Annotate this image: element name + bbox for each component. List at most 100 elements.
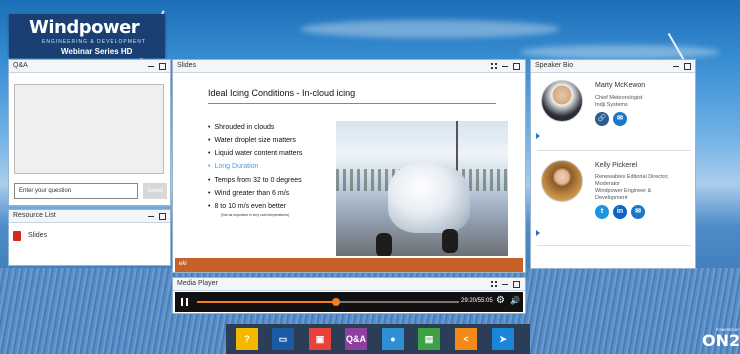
link-icon[interactable]: 🔗 — [595, 112, 609, 126]
slides-panel: Slides Ideal Icing Conditions - In-cloud… — [172, 59, 526, 273]
speaker-title: Renewables Editorial Director, — [595, 174, 669, 180]
email-icon[interactable]: ✉ — [613, 112, 627, 126]
speaker-name: Kelly Pickerel — [595, 162, 638, 169]
volume-icon[interactable]: 🔊 — [510, 296, 520, 305]
email-button[interactable]: ➤ — [492, 328, 514, 350]
resource-item-slides[interactable]: Slides — [28, 232, 47, 239]
slide-bullet: 8 to 10 m/s even better — [208, 203, 286, 210]
slides-panel-title: Slides — [177, 62, 197, 69]
background-cloud — [300, 20, 560, 38]
speaker-divider — [537, 150, 691, 151]
maximize-icon[interactable] — [684, 63, 691, 70]
maximize-icon[interactable] — [513, 63, 520, 70]
playback-time: 29:20/55:05 — [461, 298, 493, 304]
expand-arrow-icon[interactable] — [536, 230, 540, 236]
question-icon: ? — [244, 334, 250, 344]
submit-question-button[interactable]: Submit — [143, 183, 167, 199]
speaker-role: Moderator — [595, 181, 621, 187]
qa-button[interactable]: Q&A — [345, 328, 367, 350]
slide-bullet: Temps from 32 to 0 degrees — [208, 177, 301, 184]
presentation-icon: ▭ — [278, 334, 288, 344]
slide-note: (Not as important in very cold temperatu… — [221, 213, 290, 217]
background-cloud — [520, 45, 720, 59]
fullscreen-icon[interactable] — [491, 63, 497, 69]
slides-button[interactable]: ▭ — [272, 328, 294, 350]
resource-panel-header[interactable]: Resource List — [9, 210, 170, 223]
speaker-name: Marty McKewon — [595, 82, 646, 89]
help-button[interactable]: ? — [236, 328, 258, 350]
minimize-icon[interactable] — [502, 66, 508, 67]
slide-bullet: Water droplet size matters — [208, 137, 295, 144]
media-panel-title: Media Player — [177, 280, 218, 287]
media-controls: 29:20/55:05 ⚙ 🔊 — [175, 292, 523, 312]
slide-divider — [208, 103, 496, 104]
minimize-icon[interactable] — [502, 284, 508, 285]
qa-icon: Q&A — [346, 334, 366, 344]
qa-message-area — [14, 84, 164, 174]
expand-arrow-icon[interactable] — [536, 133, 540, 139]
slide-bullet: Wind greater than 6 m/s — [208, 190, 289, 197]
brand-logo: Windpower ENGINEERING & DEVELOPMENT Webi… — [9, 14, 165, 58]
photo-glove — [376, 233, 392, 256]
slide-content: Ideal Icing Conditions - In-cloud icing … — [175, 74, 523, 258]
maximize-icon[interactable] — [159, 213, 166, 220]
person-icon: ● — [390, 334, 396, 344]
slide-title: Ideal Icing Conditions - In-cloud icing — [208, 88, 356, 98]
resources-button[interactable]: ▤ — [418, 328, 440, 350]
share-button[interactable]: < — [455, 328, 477, 350]
media-player-panel: Media Player 29:20/55:05 ⚙ 🔊 — [172, 277, 526, 314]
speaker-company: Windpower Engineer & — [595, 188, 652, 194]
photo-ice-block — [388, 163, 470, 233]
photo-mast — [456, 121, 458, 176]
maximize-icon[interactable] — [159, 63, 166, 70]
seek-bar[interactable] — [197, 298, 459, 306]
speaker-panel-header[interactable]: Speaker Bio — [531, 60, 695, 73]
minimize-icon[interactable] — [148, 216, 154, 217]
slide-footer: eki — [175, 258, 523, 272]
slide-bullet-highlight: Long Duration — [208, 163, 258, 170]
maximize-icon[interactable] — [513, 281, 520, 288]
linkedin-icon[interactable]: in — [613, 205, 627, 219]
slide-bullet: Shrouded in clouds — [208, 124, 274, 131]
slide-footer-logo: eki — [179, 261, 187, 267]
avatar — [541, 160, 583, 202]
speaker-company: Development — [595, 195, 628, 201]
fullscreen-icon[interactable] — [491, 281, 497, 287]
minimize-icon[interactable] — [148, 66, 154, 67]
pause-icon[interactable] — [181, 298, 188, 306]
pdf-icon — [13, 231, 21, 241]
resource-panel-title: Resource List — [13, 212, 56, 219]
qa-panel: Q&A Enter your question Submit — [8, 59, 171, 206]
icing-photo — [336, 121, 508, 256]
email-icon[interactable]: ✉ — [631, 205, 645, 219]
seek-handle[interactable] — [331, 298, 340, 306]
slides-panel-header[interactable]: Slides — [173, 60, 525, 73]
minimize-icon[interactable] — [673, 66, 679, 67]
slide-bullet: Liquid water content matters — [208, 150, 302, 157]
photo-glove — [442, 229, 458, 253]
qa-panel-header[interactable]: Q&A — [9, 60, 170, 73]
speaker-divider — [537, 245, 691, 246]
brand-subtitle: ENGINEERING & DEVELOPMENT — [42, 39, 146, 45]
document-icon: ▤ — [424, 334, 434, 344]
speaker-button[interactable]: ● — [382, 328, 404, 350]
qa-panel-title: Q&A — [13, 62, 28, 69]
brand-name: Windpower — [29, 17, 140, 38]
brand-series: Webinar Series HD — [61, 47, 133, 56]
media-panel-header[interactable]: Media Player — [173, 278, 525, 291]
on24-logo: ON24 — [702, 331, 740, 350]
avatar — [541, 80, 583, 122]
speaker-bio-panel: Speaker Bio Marty McKewon Chief Meteorol… — [530, 59, 696, 269]
video-button[interactable]: ▣ — [309, 328, 331, 350]
resource-list-panel: Resource List Slides — [8, 209, 171, 266]
speaker-title: Chief Meteorologist — [595, 95, 643, 101]
question-input[interactable]: Enter your question — [14, 183, 138, 199]
widget-dock: ? ▭ ▣ Q&A ● ▤ < ➤ — [226, 324, 530, 354]
share-icon: < — [463, 334, 469, 344]
speaker-company: Indji Systems — [595, 102, 628, 108]
settings-gear-icon[interactable]: ⚙ — [496, 295, 505, 306]
film-icon: ▣ — [315, 334, 325, 344]
send-icon: ➤ — [499, 334, 507, 344]
twitter-icon[interactable]: t — [595, 205, 609, 219]
speaker-panel-title: Speaker Bio — [535, 62, 574, 69]
